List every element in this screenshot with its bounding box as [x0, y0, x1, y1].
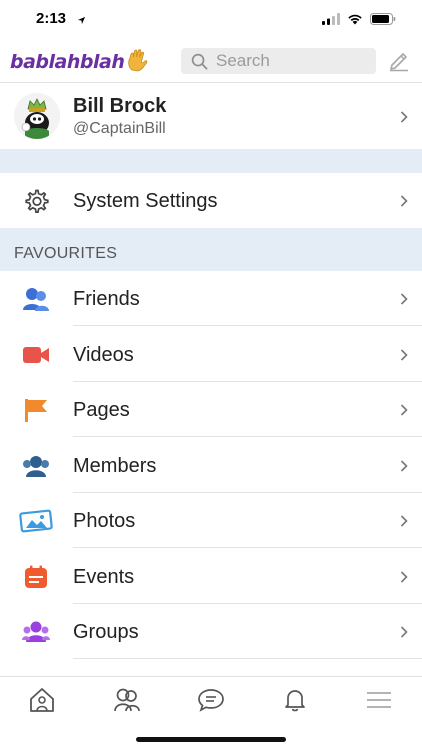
profile-handle: @CaptainBill: [73, 120, 166, 137]
home-indicator: [136, 737, 286, 742]
friends-tab-icon[interactable]: [112, 687, 142, 713]
calendar-icon: [22, 563, 50, 591]
favourite-item-friends[interactable]: Friends: [0, 271, 422, 326]
chevron-right-icon: [400, 292, 408, 310]
favourite-label: Photos: [73, 510, 136, 532]
app-header: bablahblah Search: [0, 40, 422, 83]
system-settings-label: System Settings: [73, 190, 218, 212]
chevron-right-icon: [400, 348, 408, 366]
battery-icon: [370, 12, 396, 30]
wifi-icon: [347, 12, 363, 30]
home-icon[interactable]: [27, 687, 57, 713]
bell-icon[interactable]: [280, 687, 310, 713]
menu-icon[interactable]: [364, 687, 394, 713]
status-icons: [322, 12, 396, 30]
chevron-right-icon: [400, 110, 408, 128]
status-bar: 2:13: [0, 0, 422, 40]
row-divider: [73, 547, 422, 548]
chevron-right-icon: [400, 570, 408, 588]
favourite-item-members[interactable]: Members: [0, 438, 422, 493]
search-bar[interactable]: Search: [181, 48, 376, 74]
signal-icon: [322, 12, 340, 30]
gear-icon: [22, 187, 50, 215]
favourite-item-events[interactable]: Events: [0, 549, 422, 604]
favourites-title: FAVOURITES: [14, 245, 118, 262]
favourite-label: Pages: [73, 399, 130, 421]
row-divider: [73, 325, 422, 326]
row-divider: [73, 658, 422, 659]
profile-name: Bill Brock: [73, 95, 167, 117]
chevron-right-icon: [400, 459, 408, 477]
chevron-right-icon: [400, 625, 408, 643]
favourite-label: Videos: [73, 344, 134, 366]
logo-text: bablahblah: [10, 51, 125, 73]
row-divider: [73, 436, 422, 437]
app-logo[interactable]: bablahblah: [10, 48, 148, 76]
chevron-right-icon: [400, 514, 408, 532]
favourite-label: Events: [73, 566, 135, 588]
compose-icon[interactable]: [388, 52, 410, 77]
favourite-label: Groups: [73, 621, 139, 643]
favourite-label: Members: [73, 455, 157, 477]
favourite-label: Friends: [73, 288, 140, 310]
video-camera-icon: [22, 341, 50, 369]
chevron-right-icon: [400, 403, 408, 421]
location-arrow-icon: [77, 12, 86, 30]
flag-icon: [22, 396, 50, 424]
status-time: 2:13: [36, 10, 67, 27]
search-icon: [191, 53, 208, 70]
chevron-right-icon: [400, 194, 408, 212]
members-icon: [22, 452, 50, 480]
tab-bar: [0, 676, 422, 723]
friends-icon: [22, 285, 50, 313]
groups-icon: [22, 618, 50, 646]
favourite-item-photos[interactable]: Photos: [0, 493, 422, 548]
favourites-header: FAVOURITES: [0, 228, 422, 271]
favourite-item-groups[interactable]: Groups: [0, 604, 422, 659]
favourite-item-pages[interactable]: Pages: [0, 382, 422, 437]
system-settings-row[interactable]: System Settings: [0, 173, 422, 228]
search-placeholder: Search: [216, 51, 270, 70]
section-spacer: [0, 149, 422, 173]
photos-icon: [18, 507, 54, 535]
chat-icon[interactable]: [196, 687, 226, 713]
waving-hand-icon: [126, 48, 148, 77]
favourite-item-videos[interactable]: Videos: [0, 327, 422, 382]
profile-row[interactable]: Bill Brock @CaptainBill: [0, 83, 422, 149]
avatar: [14, 93, 60, 139]
